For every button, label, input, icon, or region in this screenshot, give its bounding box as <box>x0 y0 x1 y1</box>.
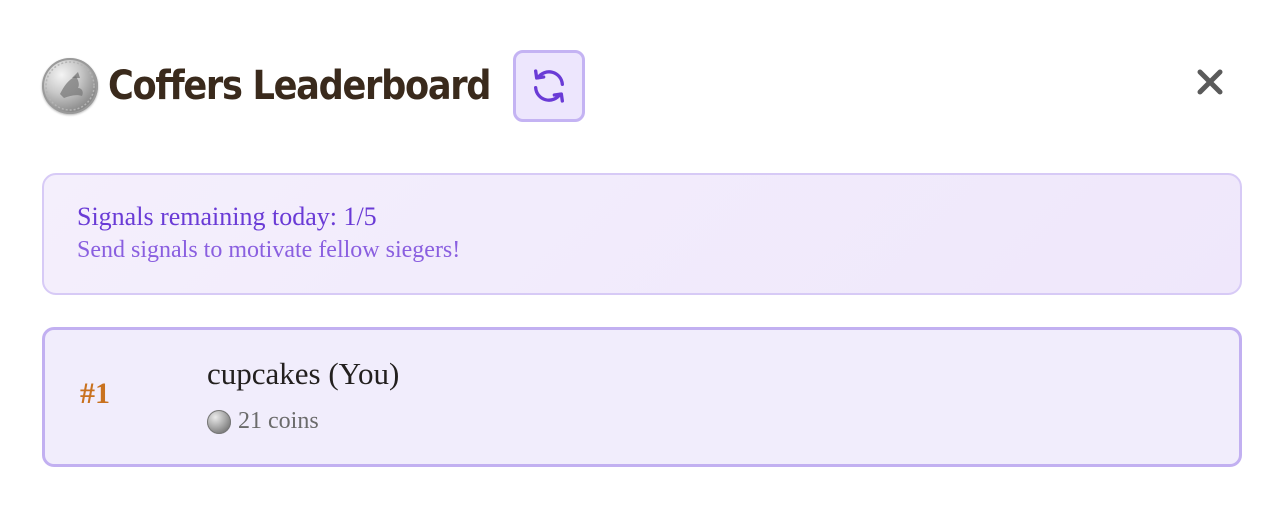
page-title: Coffers Leaderboard <box>108 63 492 109</box>
leaderboard-panel: Coffers Leaderboard Signals remaining to… <box>0 0 1272 514</box>
coin-icon <box>207 409 231 434</box>
rank-label: #1 <box>80 377 110 410</box>
silver-coin-icon <box>42 58 98 114</box>
coin-count: 21 coins <box>207 408 319 435</box>
signals-hint: Send signals to motivate fellow siegers! <box>77 237 461 263</box>
leaderboard-entry[interactable]: #1 cupcakes (You) 21 coins <box>42 327 1242 467</box>
header: Coffers Leaderboard <box>42 50 585 122</box>
close-icon <box>1197 69 1223 95</box>
close-button[interactable] <box>1190 62 1230 102</box>
signals-remaining: Signals remaining today: 1/5 <box>77 202 377 231</box>
signals-info-box: Signals remaining today: 1/5 Send signal… <box>42 173 1242 295</box>
coins-text: 21 coins <box>238 408 319 434</box>
refresh-icon <box>534 69 564 103</box>
player-name: cupcakes (You) <box>207 356 400 391</box>
refresh-button[interactable] <box>513 50 585 122</box>
